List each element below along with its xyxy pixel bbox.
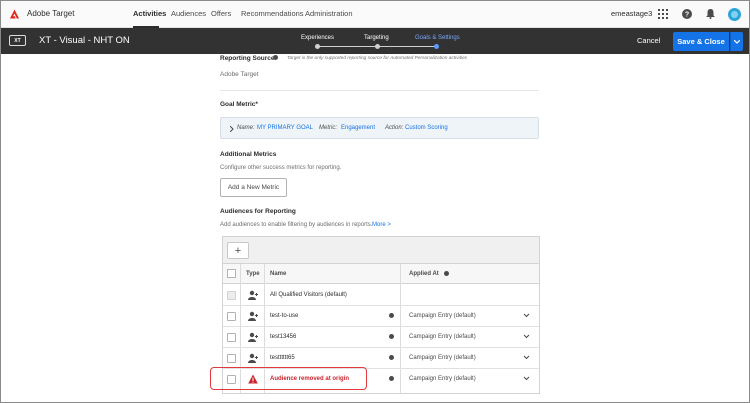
audience-icon: [248, 290, 258, 300]
info-icon: [444, 271, 449, 277]
table-row[interactable]: testttttt65 Campaign Entry (default): [223, 348, 539, 369]
step-experiences[interactable]: Experiences: [301, 35, 334, 41]
nav-offers[interactable]: Offers: [211, 9, 231, 18]
audience-name: testttttt65: [270, 355, 295, 361]
goal-metric-link[interactable]: Engagement: [341, 125, 375, 131]
reporting-source-value: Adobe Target: [220, 71, 259, 78]
type-column-header: Type: [246, 271, 260, 277]
info-icon[interactable]: [389, 376, 394, 382]
add-new-metric-button[interactable]: Add a New Metric: [220, 178, 287, 197]
table-row[interactable]: test13456 Campaign Entry (default): [223, 327, 539, 348]
adobe-logo-icon: [10, 9, 19, 19]
activity-type-badge: XT: [9, 35, 26, 46]
goal-action-label: Action:: [385, 125, 404, 131]
additional-metrics-title: Additional Metrics: [220, 151, 277, 158]
step-goals-settings[interactable]: Goals & Settings: [415, 35, 460, 41]
add-audience-button[interactable]: +: [227, 242, 249, 259]
audience-icon: [248, 332, 258, 342]
info-icon[interactable]: [389, 313, 394, 319]
goal-metric-label: Metric:: [319, 125, 337, 131]
applied-at-dropdown[interactable]: Campaign Entry (default): [409, 376, 476, 382]
more-link[interactable]: More >: [372, 222, 391, 228]
step-targeting[interactable]: Targeting: [364, 35, 389, 41]
help-icon[interactable]: ?: [680, 7, 694, 21]
reporting-source-title: Reporting Source: [220, 55, 275, 62]
info-icon[interactable]: [389, 355, 394, 361]
app-name[interactable]: Adobe Target: [27, 9, 74, 18]
divider: [220, 90, 539, 91]
chevron-down-icon[interactable]: [523, 354, 530, 361]
applied-at-dropdown[interactable]: Campaign Entry (default): [409, 355, 476, 361]
svg-text:?: ?: [685, 12, 689, 19]
nav-audiences[interactable]: Audiences: [171, 9, 206, 18]
avatar[interactable]: [727, 7, 741, 21]
select-all-checkbox[interactable]: [227, 269, 236, 278]
nav-recommendations[interactable]: Recommendations: [241, 9, 304, 18]
info-icon: [273, 55, 278, 61]
audiences-title: Audiences for Reporting: [220, 208, 296, 215]
table-header: Type Name Applied At: [223, 264, 539, 284]
top-nav: Adobe Target Activities Audiences Offers…: [1, 1, 749, 28]
chevron-down-icon[interactable]: [523, 312, 530, 319]
applied-at-dropdown[interactable]: Campaign Entry (default): [409, 334, 476, 340]
chevron-down-icon[interactable]: [523, 375, 530, 382]
audience-icon: [248, 353, 258, 363]
step-dot-targeting[interactable]: [375, 44, 380, 49]
chevron-right-icon[interactable]: [230, 126, 234, 132]
reporting-source-note: Target is the only supported reporting s…: [287, 56, 468, 61]
additional-metrics-description: Configure other success metrics for repo…: [220, 165, 342, 171]
audience-name: test-to-use: [270, 313, 299, 319]
goal-metric-summary[interactable]: Name: MY PRIMARY GOAL Metric: Engagement…: [220, 117, 539, 139]
notifications-bell-icon[interactable]: [703, 7, 717, 21]
row-checkbox[interactable]: [227, 354, 236, 363]
chevron-down-icon[interactable]: [523, 333, 530, 340]
row-checkbox: [227, 291, 236, 300]
applied-at-column-header: Applied At: [409, 271, 439, 277]
goals-settings-panel: Reporting Source Target is the only supp…: [1, 54, 749, 402]
nav-activities[interactable]: Activities: [133, 9, 166, 18]
step-dot-goals-settings[interactable]: [434, 44, 439, 49]
step-dot-experiences[interactable]: [315, 44, 320, 49]
activity-header: XT XT - Visual - NHT ON Experiences Targ…: [1, 28, 749, 54]
goal-metric-title: Goal Metric*: [220, 101, 258, 108]
audience-icon: [248, 311, 258, 321]
applied-at-dropdown[interactable]: Campaign Entry (default): [409, 313, 476, 319]
table-toolbar: +: [223, 237, 539, 264]
org-name[interactable]: emeastage3: [611, 9, 652, 18]
goal-action-link[interactable]: Custom Scoring: [405, 125, 448, 131]
save-options-button[interactable]: [730, 32, 743, 51]
apps-grid-icon[interactable]: [656, 7, 670, 21]
chevron-down-icon: [734, 39, 740, 44]
audience-name: test13456: [270, 334, 297, 340]
audience-name: All Qualified Visitors (default): [270, 292, 347, 298]
activity-title[interactable]: XT - Visual - NHT ON: [39, 35, 130, 46]
goal-name-link[interactable]: MY PRIMARY GOAL: [257, 125, 313, 131]
audiences-description: Add audiences to enable filtering by aud…: [220, 222, 373, 228]
nav-administration[interactable]: Administration: [305, 9, 353, 18]
cancel-button[interactable]: Cancel: [637, 36, 660, 45]
callout-highlight: [210, 367, 367, 390]
row-checkbox[interactable]: [227, 312, 236, 321]
table-row[interactable]: All Qualified Visitors (default): [223, 285, 539, 306]
goal-name-label: Name:: [237, 125, 255, 131]
row-checkbox[interactable]: [227, 333, 236, 342]
save-close-button[interactable]: Save & Close: [673, 32, 729, 51]
name-column-header[interactable]: Name: [270, 271, 286, 277]
info-icon[interactable]: [389, 334, 394, 340]
table-row[interactable]: test-to-use Campaign Entry (default): [223, 306, 539, 327]
